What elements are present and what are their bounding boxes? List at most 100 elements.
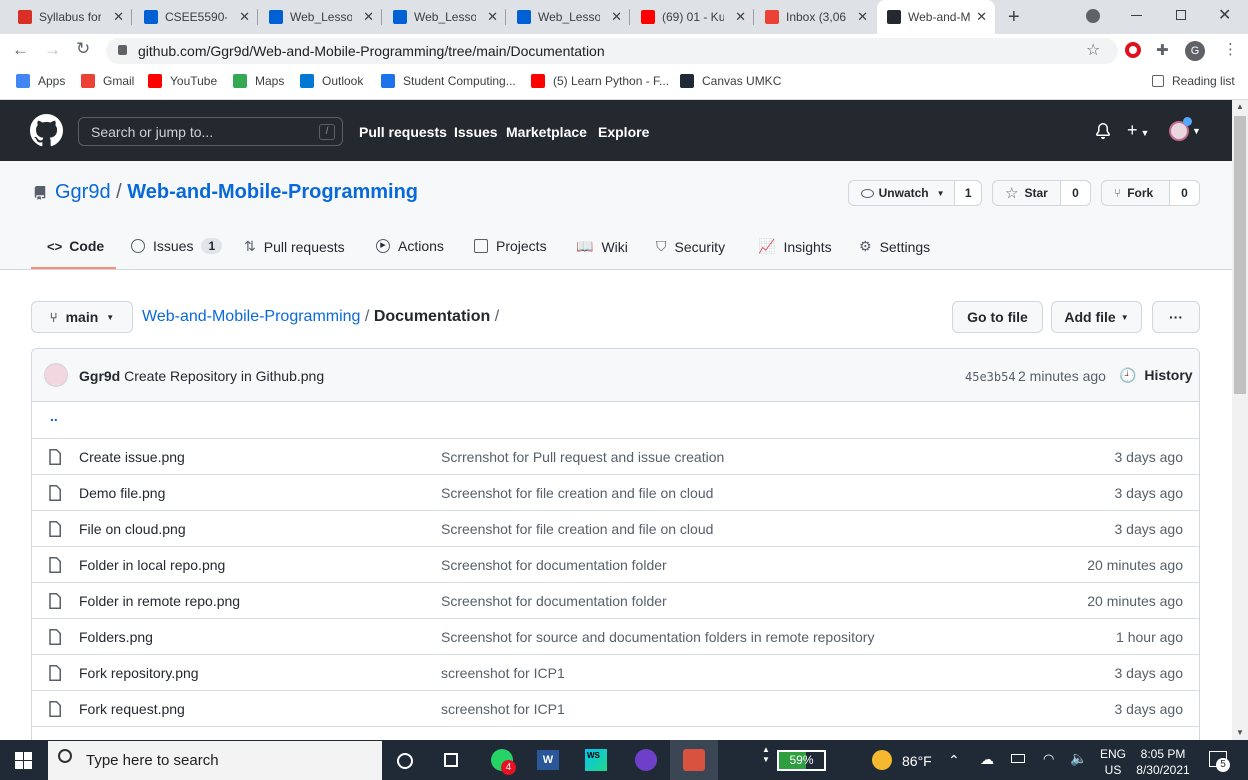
nav-marketplace[interactable]: Marketplace xyxy=(506,124,587,140)
cortana-icon[interactable] xyxy=(397,753,413,769)
close-tab-icon[interactable]: ✕ xyxy=(857,9,868,25)
file-row[interactable]: Create issue.png Scrrenshot for Pull requ… xyxy=(32,438,1199,474)
browser-tab-4[interactable]: Web_Lesson ✕ xyxy=(383,0,506,34)
minimize-icon[interactable] xyxy=(1131,15,1142,16)
file-name-link[interactable]: File on cloud.png xyxy=(79,521,186,537)
branch-select-button[interactable]: ⑂ main ▼ xyxy=(31,301,133,333)
reload-icon[interactable]: ↻ xyxy=(76,39,90,59)
nav-pull-requests[interactable]: Pull requests xyxy=(359,124,447,140)
file-name-link[interactable]: Create issue.png xyxy=(79,449,185,465)
new-tab-button[interactable]: + xyxy=(1008,6,1020,29)
file-commit-message[interactable]: screenshot for ICP1 xyxy=(441,701,565,717)
fork-count[interactable]: 0 xyxy=(1169,181,1199,205)
bookmark-item[interactable]: Gmail xyxy=(81,74,134,88)
watch-count[interactable]: 1 xyxy=(954,181,982,205)
snipping-tool-icon[interactable] xyxy=(683,749,705,771)
tab-insights[interactable]: 📈 Insights xyxy=(758,238,832,255)
tab-wiki[interactable]: 📖 Wiki xyxy=(576,238,628,255)
close-tab-icon[interactable]: ✕ xyxy=(976,9,987,25)
fork-button[interactable]: ⑂ Fork 0 xyxy=(1101,180,1200,206)
tab-security[interactable]: ⛉ Security xyxy=(656,238,725,255)
unwatch-button[interactable]: Unwatch ▼ 1 xyxy=(848,180,982,206)
file-commit-message[interactable]: Screenshot for documentation folder xyxy=(441,557,667,573)
windows-start-icon[interactable] xyxy=(15,752,32,769)
create-new-dropdown[interactable]: + ▼ xyxy=(1127,120,1149,141)
bookmark-item[interactable]: Apps xyxy=(16,74,65,88)
file-row[interactable]: File on cloud.png Screenshot for file cre… xyxy=(32,510,1199,546)
file-name-link[interactable]: Folder in remote repo.png xyxy=(79,593,240,609)
tab-actions[interactable]: ▶ Actions xyxy=(376,238,444,254)
add-file-button[interactable]: Add file ▼ xyxy=(1051,301,1142,333)
star-button[interactable]: ☆ Star 0 xyxy=(992,180,1091,206)
file-commit-message[interactable]: screenshot for ICP1 xyxy=(441,665,565,681)
onedrive-icon[interactable]: ☁ xyxy=(980,751,994,768)
battery-meter[interactable]: 59% xyxy=(777,750,826,771)
lock-icon[interactable] xyxy=(118,45,127,55)
file-row[interactable]: Folders.png Screenshot for source and doc… xyxy=(32,618,1199,654)
language-indicator[interactable]: ENG US xyxy=(1100,746,1126,778)
file-commit-message[interactable]: Scrrenshot for Pull request and issue cr… xyxy=(441,449,724,465)
github-desktop-icon[interactable] xyxy=(635,749,657,771)
chrome-menu-icon[interactable]: ⋮ xyxy=(1223,40,1238,58)
tab-search-icon[interactable] xyxy=(1086,9,1100,23)
tab-settings[interactable]: ⚙ Settings xyxy=(859,238,930,255)
avatar-dropdown-icon[interactable]: ▼ xyxy=(1192,126,1201,136)
history-link[interactable]: 🕘 History xyxy=(1119,367,1193,384)
github-logo-icon[interactable] xyxy=(30,114,63,147)
file-commit-message[interactable]: Screenshot for file creation and file on… xyxy=(441,485,713,501)
weather-temp[interactable]: 86°F xyxy=(902,753,932,769)
profile-avatar[interactable]: G xyxy=(1185,41,1205,61)
star-count[interactable]: 0 xyxy=(1060,181,1090,205)
bookmark-item[interactable]: Canvas UMKC xyxy=(680,74,781,88)
file-name-link[interactable]: Folders.png xyxy=(79,629,153,645)
file-row[interactable]: Folder in local repo.png Screenshot for d… xyxy=(32,546,1199,582)
github-search-input[interactable]: Search or jump to... / xyxy=(78,117,343,146)
restore-icon[interactable] xyxy=(1176,10,1186,20)
browser-tab-1[interactable]: Syllabus for ✕ xyxy=(8,0,132,34)
commit-sha[interactable]: 45e3b54 xyxy=(965,370,1016,384)
bell-icon[interactable] xyxy=(1095,123,1111,139)
bookmark-item[interactable]: (5) Learn Python - F... xyxy=(531,74,669,88)
wifi-icon[interactable]: ◠ xyxy=(1043,751,1054,767)
forward-icon[interactable]: → xyxy=(44,40,61,60)
weather-icon[interactable] xyxy=(872,750,892,770)
task-view-icon[interactable] xyxy=(444,753,458,767)
tab-issues[interactable]: Issues 1 xyxy=(131,238,223,254)
extensions-icon[interactable]: ✚ xyxy=(1156,41,1169,59)
file-row[interactable]: Demo file.png Screenshot for file creatio… xyxy=(32,474,1199,510)
volume-icon[interactable]: 🔈 xyxy=(1070,750,1087,767)
nav-explore[interactable]: Explore xyxy=(598,124,649,140)
file-commit-message[interactable]: Screenshot for source and documentation … xyxy=(441,629,874,645)
close-tab-icon[interactable]: ✕ xyxy=(363,9,374,25)
commit-author-avatar[interactable] xyxy=(44,363,68,387)
bookmark-item[interactable]: Maps xyxy=(233,74,284,88)
file-name-link[interactable]: Fork repository.png xyxy=(79,665,199,681)
close-tab-icon[interactable]: ✕ xyxy=(113,9,124,25)
close-tab-icon[interactable]: ✕ xyxy=(735,9,746,25)
commit-author[interactable]: Ggr9d xyxy=(79,368,120,384)
file-row[interactable]: Fork repository.png screenshot for ICP1 3 … xyxy=(32,654,1199,690)
parent-directory-link[interactable]: .. xyxy=(50,408,58,424)
tab-pull-requests[interactable]: ⇅ Pull requests xyxy=(244,238,345,255)
file-commit-message[interactable]: Screenshot for documentation folder xyxy=(441,593,667,609)
more-options-button[interactable]: ··· xyxy=(1152,301,1200,333)
tab-code[interactable]: <> Code xyxy=(47,238,104,254)
browser-tab-8[interactable]: Web-and-M ✕ xyxy=(877,0,995,34)
chevron-up-icon[interactable]: ⌃ xyxy=(948,752,960,769)
bookmark-item[interactable]: YouTube xyxy=(148,74,217,88)
nav-issues[interactable]: Issues xyxy=(454,124,498,140)
browser-tab-5[interactable]: Web_Lesson ✕ xyxy=(507,0,630,34)
repo-name-link[interactable]: Web-and-Mobile-Programming xyxy=(127,181,418,203)
back-icon[interactable]: ← xyxy=(12,40,29,60)
breadcrumb-repo-link[interactable]: Web-and-Mobile-Programming xyxy=(142,308,360,325)
webstorm-icon[interactable]: WS xyxy=(585,749,607,771)
close-tab-icon[interactable]: ✕ xyxy=(239,9,250,25)
close-tab-icon[interactable]: ✕ xyxy=(611,9,622,25)
browser-tab-3[interactable]: Web_Lesson ✕ xyxy=(259,0,382,34)
browser-tab-7[interactable]: Inbox (3,06 ✕ xyxy=(755,0,876,34)
word-icon[interactable]: W xyxy=(537,750,559,770)
bookmark-star-icon[interactable]: ☆ xyxy=(1086,40,1100,60)
reading-list-button[interactable]: Reading list xyxy=(1152,74,1235,88)
tab-projects[interactable]: Projects xyxy=(474,238,547,254)
repo-owner-link[interactable]: Ggr9d xyxy=(55,181,111,203)
